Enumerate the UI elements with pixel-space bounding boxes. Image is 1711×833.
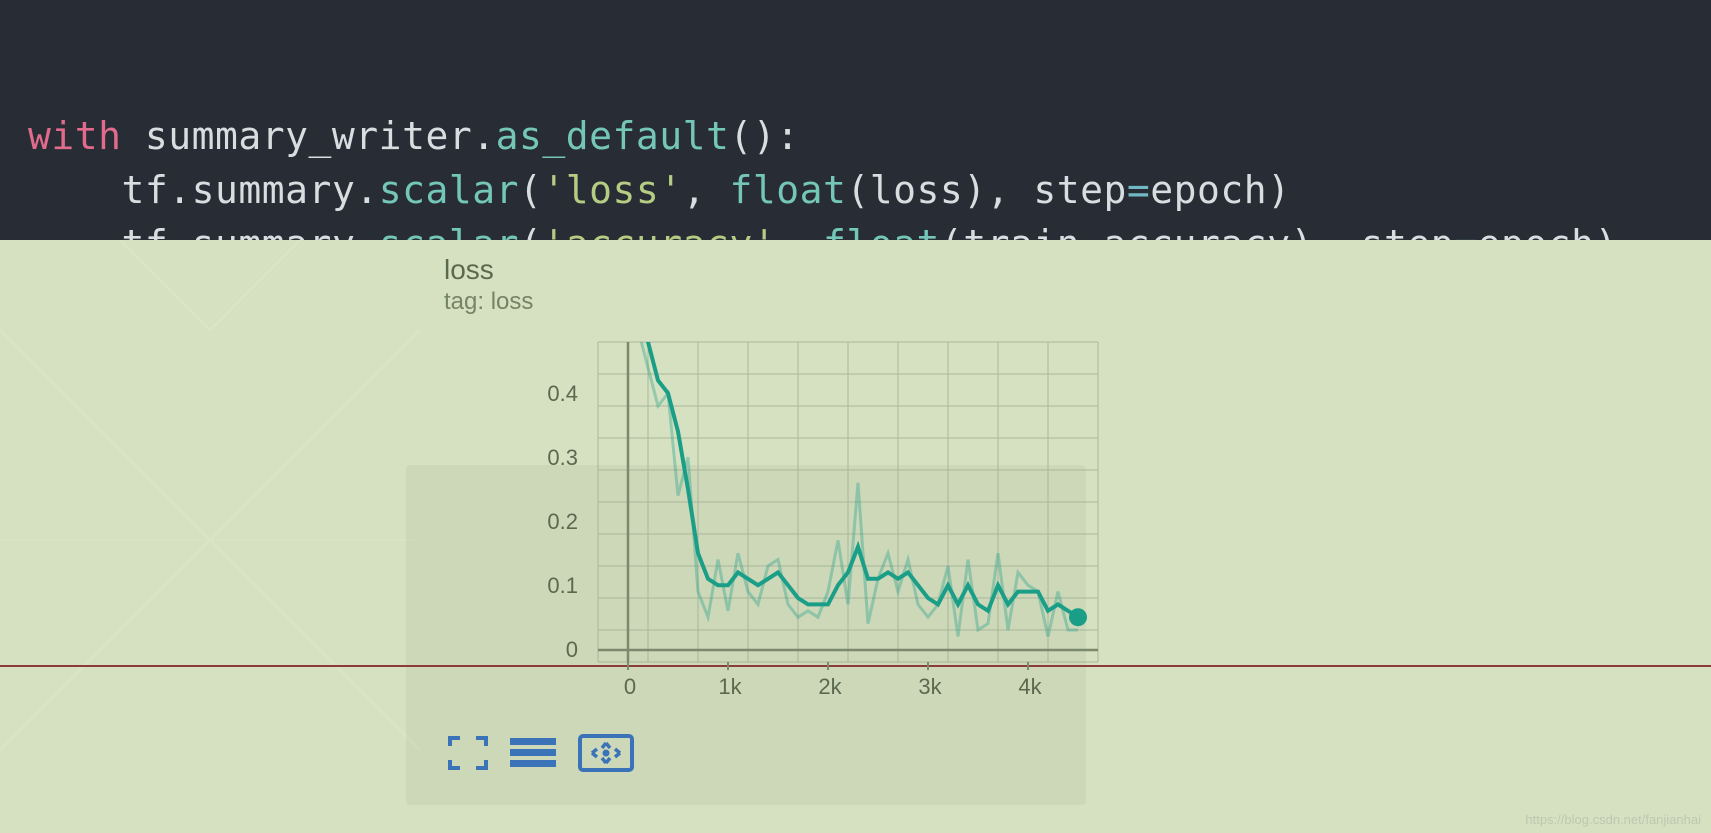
submodule: summary	[192, 168, 356, 212]
function-name: scalar	[379, 168, 519, 212]
x-tick: 2k	[818, 674, 841, 700]
chart-toolbar	[448, 734, 634, 772]
paren-colon: ():	[729, 114, 799, 158]
raw-line	[628, 332, 1078, 636]
x-tick: 1k	[718, 674, 741, 700]
string-literal: 'loss'	[542, 168, 682, 212]
module: tf	[122, 168, 169, 212]
chart-subtitle: tag: loss	[444, 288, 1118, 316]
kwarg-value: epoch	[1150, 168, 1267, 212]
chart-title: loss	[444, 254, 1118, 286]
code-block: with summary_writer.as_default(): tf.sum…	[0, 0, 1711, 240]
watermark: https://blog.csdn.net/fanjianhai	[1525, 812, 1701, 827]
lines-icon[interactable]	[510, 736, 556, 770]
x-tick: 3k	[918, 674, 941, 700]
expand-icon[interactable]	[448, 736, 488, 770]
identifier: summary_writer	[145, 114, 472, 158]
x-tick: 0	[624, 674, 636, 700]
fit-icon[interactable]	[578, 734, 634, 772]
keyword-with: with	[28, 114, 122, 158]
loss-chart[interactable]	[418, 332, 1118, 732]
cast-fn: float	[729, 168, 846, 212]
method-name: as_default	[496, 114, 730, 158]
arg: loss	[870, 168, 964, 212]
end-point-marker	[1069, 608, 1087, 626]
chart-area: loss tag: loss 0 0.1 0.2 0.3 0.4	[0, 240, 1711, 833]
chart-panel: loss tag: loss 0 0.1 0.2 0.3 0.4	[418, 254, 1118, 316]
background-pattern	[0, 240, 420, 833]
kwarg-name: step	[1033, 168, 1127, 212]
x-tick: 4k	[1018, 674, 1041, 700]
